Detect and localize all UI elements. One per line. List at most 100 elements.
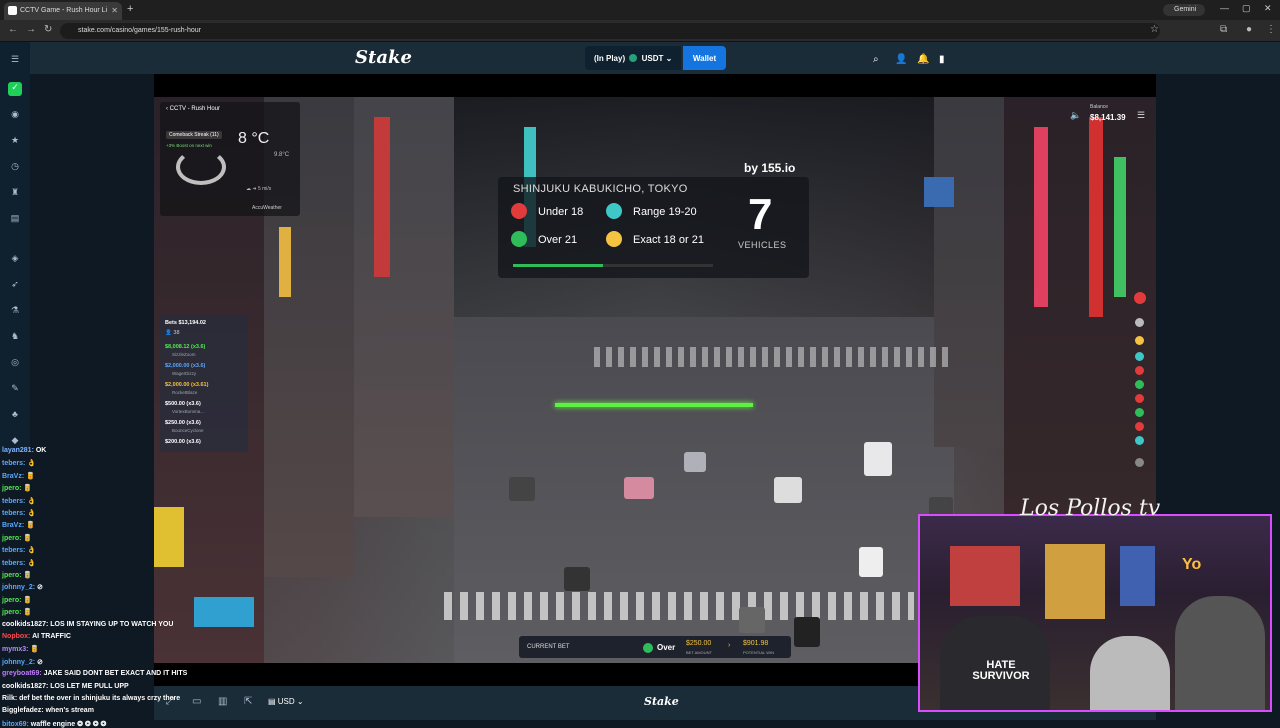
url-input[interactable]: stake.com/casino/games/155-rush-hour [60,23,1160,39]
history-under-icon [1135,366,1144,375]
profile-avatar-icon[interactable]: ● [1246,24,1252,35]
chat-username[interactable]: BraVz: [2,522,26,529]
live-casino-icon[interactable]: ♞ [10,331,20,341]
browser-tab[interactable]: CCTV Game - Rush Hour Li ✕ [4,2,122,20]
window-close-icon[interactable]: ✕ [1264,3,1272,14]
crosswalk [444,592,914,620]
chat-username[interactable]: Nopbox: [2,633,32,640]
chat-message: jpero: 🥫 [2,596,32,604]
game-menu-icon[interactable]: ☰ [1137,110,1145,121]
building-left [354,97,454,517]
chat-text: 🥫 [23,596,33,604]
feature-buy-icon[interactable]: ✎ [10,383,20,393]
under-down-arrow-icon[interactable] [511,203,527,219]
stats-icon[interactable]: ▥ [218,696,227,707]
site-header: Stake (In Play) USDT ⌄ Wallet ⌕ 👤 🔔 ▮ [0,42,1280,74]
notification-bell-icon[interactable]: 🔔 [917,54,929,65]
popout-icon[interactable]: ⇱ [244,696,252,707]
volume-icon[interactable]: 🔈 [1070,110,1081,121]
over-up-arrow-icon[interactable] [511,231,527,247]
originals-icon[interactable]: ◈ [10,253,20,263]
chat-username[interactable]: bitox69: [2,721,31,728]
chat-username[interactable]: tebers: [2,460,27,467]
rocket-icon[interactable]: ➶ [10,279,20,289]
chat-username[interactable]: coolkids1827: [2,621,50,628]
bet-amount: $250.00 [686,640,712,647]
chat-username[interactable]: Rilk: [2,695,19,702]
gemini-button[interactable]: Gemini [1163,4,1205,16]
chat-username[interactable]: tebers: [2,498,27,505]
chat-username[interactable]: greyboat69: [2,670,44,677]
option-over[interactable]: Over 21 [538,234,577,246]
game-shows-icon[interactable]: ◎ [10,357,20,367]
chat-username[interactable]: jpero: [2,535,23,542]
providers-icon[interactable]: ◆ [10,435,20,445]
bet-slip-icon[interactable]: ▤ [10,213,20,223]
chat-username[interactable]: jpero: [2,485,23,492]
search-icon[interactable]: ⌕ [873,54,879,65]
boost-text: +3% Boost on next win [166,143,212,148]
casino-chip-icon[interactable]: ◉ [10,109,20,119]
new-tab-icon[interactable]: + [127,3,133,15]
us-flag-icon: ▤ [268,697,278,706]
bookmark-star-icon[interactable]: ☆ [1150,24,1159,35]
slots-icon[interactable]: ⚗ [10,305,20,315]
chat-username[interactable]: jpero: [2,572,23,579]
shield-icon[interactable]: ✓ [8,82,22,96]
trophy-icon[interactable]: ♜ [10,187,20,197]
reload-icon[interactable]: ↻ [44,24,52,35]
chat-message: tebers: 👌 [2,497,36,505]
chat-username[interactable]: tebers: [2,510,27,517]
maximize-icon[interactable]: ▢ [1242,3,1251,14]
weather-source: AccuWeather [252,205,282,211]
chat-username[interactable]: tebers: [2,547,27,554]
tab-close-icon[interactable]: ✕ [111,6,118,15]
back-icon[interactable]: ← [8,24,18,35]
chat-username[interactable]: tebers: [2,560,27,567]
chat-panel-icon[interactable]: ▮ [939,54,945,65]
option-range[interactable]: Range 19-20 [633,206,697,218]
back-chevron-icon[interactable]: ‹ [166,106,168,112]
url-text: stake.com/casino/games/155-rush-hour [78,27,201,34]
chat-username[interactable]: johnny_2: [2,584,37,591]
provider-byline: by 155.io [744,161,796,175]
chat-username[interactable]: Bigglefadez: [2,707,46,714]
minimize-icon[interactable]: — [1220,3,1229,13]
range-icon[interactable] [606,203,622,219]
browser-menu-icon[interactable]: ⋮ [1266,24,1276,35]
forward-icon[interactable]: → [26,24,36,35]
vehicles-label: VEHICLES [738,240,787,250]
chat-username[interactable]: BraVz: [2,473,26,480]
user-icon[interactable]: 👤 [895,54,907,65]
stake-logo[interactable]: Stake [355,47,412,68]
chat-username[interactable]: johnny_2: [2,659,37,666]
history-more-icon[interactable] [1135,458,1144,467]
menu-icon[interactable]: ☰ [10,54,20,64]
chat-username[interactable]: jpero: [2,597,23,604]
chat-text: 🥫 [26,472,35,480]
wall-poster [950,546,1020,606]
chat-username[interactable]: jpero: [2,609,23,616]
balance-selector[interactable]: (In Play) USDT ⌄ [585,46,681,70]
option-exact[interactable]: Exact 18 or 21 [633,234,704,246]
cctv-title[interactable]: ‹ CCTV - Rush Hour [166,106,220,112]
neon-light: Yo [1182,556,1202,573]
chat-username[interactable]: coolkids1827: [2,683,50,690]
new-releases-icon[interactable]: ♣ [10,409,20,419]
favorites-star-icon[interactable]: ★ [10,135,20,145]
chat-username[interactable]: layan281: [2,447,36,454]
vehicle [624,477,654,499]
record-icon[interactable] [1134,292,1146,304]
wallet-button[interactable]: Wallet [683,46,726,70]
shirt-text: HATE SURVIVOR [972,659,1030,682]
extensions-icon[interactable]: ⧉ [1220,24,1227,35]
chat-username[interactable]: mymx3: [2,646,30,653]
flag-icon[interactable] [1135,318,1144,327]
exact-star-icon[interactable] [606,231,622,247]
currency-selector[interactable]: ▤ USD ⌄ [268,697,304,706]
bet-username: RocketBlaze [172,390,198,395]
option-under[interactable]: Under 18 [538,206,583,218]
recent-clock-icon[interactable]: ◷ [10,161,20,171]
play-mode-label: (In Play) [594,54,626,63]
neon-sign [374,117,390,277]
